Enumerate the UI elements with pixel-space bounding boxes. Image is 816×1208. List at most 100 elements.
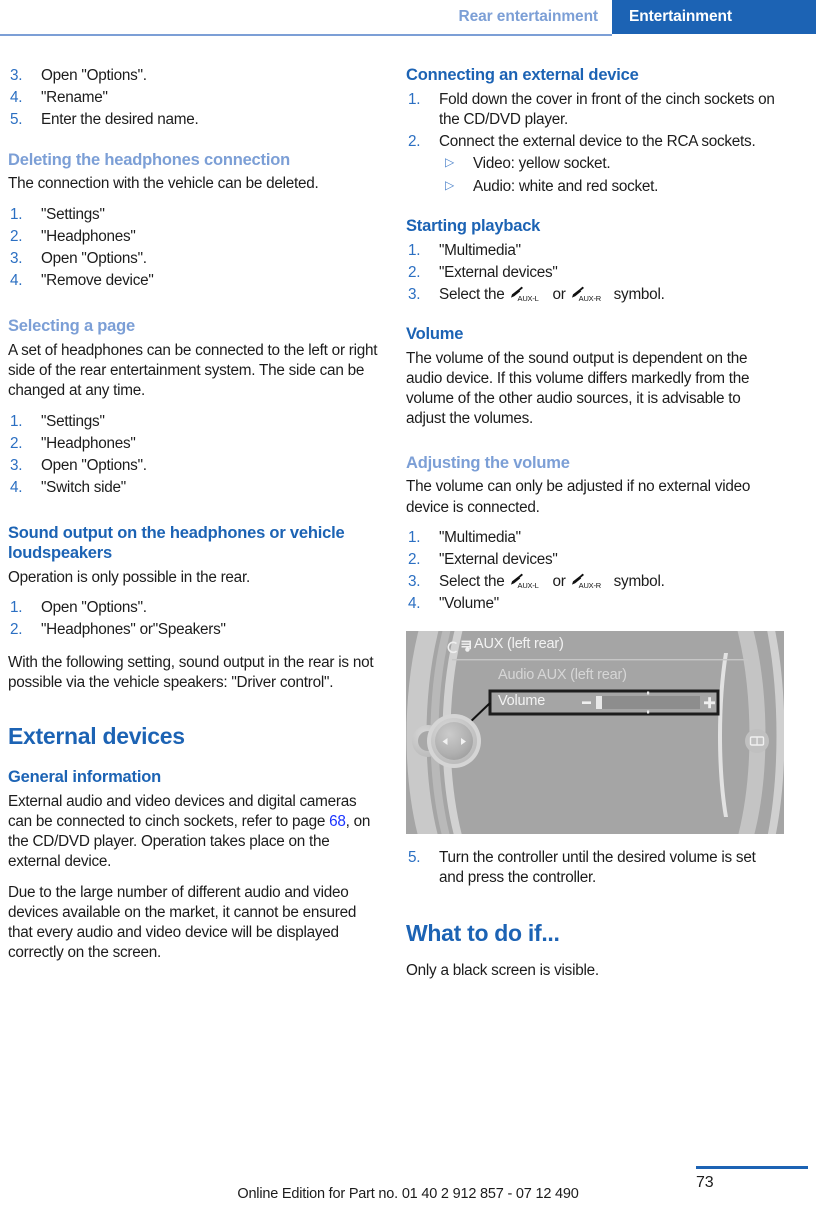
deleting-steps-list: 1. "Settings" 2. "Headphones" 3. Open "O… bbox=[8, 205, 384, 292]
step-number: 1. bbox=[408, 528, 421, 546]
step-text: "External devices" bbox=[439, 263, 558, 281]
list-item: 2. Connect the external device to the RC… bbox=[406, 132, 782, 197]
aux-right-label: AUX-R bbox=[578, 294, 602, 304]
idrive-screen-illustration: AUX (left rear) Audio AUX (left rear) Vo… bbox=[406, 630, 784, 834]
step-number: 3. bbox=[10, 457, 23, 475]
left-column: 3. Open "Options". 4. "Rename" 5. Enter … bbox=[8, 66, 384, 963]
connecting-substeps-list: ▷ Video: yellow socket. ▷ Audio: white a… bbox=[439, 154, 782, 196]
step-number: 2. bbox=[408, 133, 421, 151]
step-number: 4. bbox=[10, 479, 23, 497]
list-item: ▷ Audio: white and red socket. bbox=[439, 177, 782, 197]
step-text: Open "Options". bbox=[41, 67, 147, 84]
list-item: 1. "Multimedia" bbox=[406, 528, 782, 548]
sound-output-note-paragraph: With the following setting, sound output… bbox=[8, 653, 374, 691]
step-text: "Multimedia" bbox=[439, 528, 521, 546]
step-number: 2. bbox=[10, 434, 23, 452]
step-text-prefix: Select the bbox=[439, 285, 505, 303]
aux-left-label: AUX-L bbox=[517, 294, 539, 304]
list-item: 2. "Headphones" or"Speakers" bbox=[8, 620, 384, 640]
step-text: Fold down the cover in front of the cinc… bbox=[439, 90, 775, 128]
list-item: 2. "External devices" bbox=[406, 550, 782, 570]
heading-sound-output: Sound output on the headphones or vehicl… bbox=[8, 524, 345, 563]
step-text-middle: or bbox=[552, 285, 566, 303]
step-number: 4. bbox=[10, 89, 23, 107]
list-item: 5. Turn the controller until the desired… bbox=[406, 848, 782, 888]
list-item: 2. "External devices" bbox=[406, 263, 782, 283]
list-item: 2. "Headphones" bbox=[8, 434, 384, 454]
step-number: 5. bbox=[408, 848, 421, 866]
heading-what-to-do-if: What to do if... bbox=[406, 919, 560, 946]
step-number: 4. bbox=[10, 272, 23, 290]
heading-starting-playback: Starting playback bbox=[406, 216, 541, 235]
step-text: "Headphones" or"Speakers" bbox=[41, 621, 226, 639]
list-item: 4. "Switch side" bbox=[8, 478, 384, 498]
external-devices-paragraph-1: External audio and video devices and dig… bbox=[8, 792, 384, 873]
list-item: 1. "Settings" bbox=[8, 412, 384, 432]
adjusting-volume-steps-list: 1. "Multimedia" 2. "External devices" 3.… bbox=[406, 528, 782, 615]
connecting-steps-list: 1. Fold down the cover in front of the c… bbox=[406, 90, 782, 197]
step-text: "Remove device" bbox=[41, 272, 154, 290]
step-text: Enter the desired name. bbox=[41, 111, 199, 129]
step-text: Open "Options". bbox=[41, 599, 147, 617]
aux-right-label: AUX-R bbox=[578, 581, 602, 591]
step-number: 3. bbox=[408, 285, 421, 303]
what-to-do-paragraph: Only a black screen is visible. bbox=[406, 962, 599, 980]
right-column: Connecting an external device 1. Fold do… bbox=[406, 66, 784, 981]
page-number-rule bbox=[696, 1166, 808, 1169]
step-text-prefix: Select the bbox=[439, 573, 505, 591]
sound-output-steps-list: 1. Open "Options". 2. "Headphones" or"Sp… bbox=[8, 598, 384, 640]
step-number: 2. bbox=[10, 227, 23, 245]
step-text: "Volume" bbox=[439, 595, 499, 613]
step-text-suffix: symbol. bbox=[613, 573, 665, 591]
substep-text: Audio: white and red socket. bbox=[473, 177, 659, 195]
step-number: 2. bbox=[10, 621, 23, 639]
step-number: 1. bbox=[10, 599, 23, 617]
list-item: 4. "Rename" bbox=[8, 88, 384, 108]
heading-general-information: General information bbox=[8, 768, 161, 787]
step-text: "Headphones" bbox=[41, 434, 136, 452]
list-item: 2. "Headphones" bbox=[8, 227, 384, 247]
volume-paragraph: The volume of the sound output is depend… bbox=[406, 349, 750, 428]
list-item: 3. Open "Options". bbox=[8, 456, 384, 476]
step-text: "Settings" bbox=[41, 412, 105, 430]
footer-edition-text: Online Edition for Part no. 01 40 2 912 … bbox=[237, 1186, 579, 1202]
list-item: 5. Enter the desired name. bbox=[8, 110, 384, 130]
selecting-page-intro-paragraph: A set of headphones can be connected to … bbox=[8, 342, 378, 400]
adjusting-volume-final-step-list: 5. Turn the controller until the desired… bbox=[406, 848, 782, 888]
figure-title: AUX (left rear) bbox=[474, 635, 564, 652]
step-number: 4. bbox=[408, 595, 421, 613]
step-text: "Rename" bbox=[41, 89, 108, 107]
aux-right-symbol-icon: AUX-R bbox=[571, 573, 609, 591]
aux-left-symbol-icon: AUX-L bbox=[510, 573, 548, 590]
list-item: 4. "Volume" bbox=[406, 594, 782, 614]
aux-right-symbol-icon: AUX-R bbox=[571, 286, 609, 304]
step-number: 2. bbox=[408, 551, 421, 568]
step-number: 1. bbox=[408, 241, 421, 259]
heading-adjusting-the-volume: Adjusting the volume bbox=[406, 453, 570, 472]
list-item: 3. Open "Options". bbox=[8, 66, 384, 86]
paragraph-text-part-a: External audio and video devices and dig… bbox=[8, 792, 357, 831]
header-chapter-title: Rear entertainment bbox=[448, 0, 612, 34]
page-reference-link[interactable]: 68 bbox=[329, 813, 346, 830]
list-item: 1. "Multimedia" bbox=[406, 241, 782, 261]
page-header: Rear entertainment Entertainment bbox=[0, 0, 816, 34]
step-text: Turn the controller until the desired vo… bbox=[439, 848, 756, 886]
adjusting-volume-intro-paragraph: The volume can only be adjusted if no ex… bbox=[406, 478, 751, 516]
heading-volume: Volume bbox=[406, 325, 464, 344]
triangle-bullet-icon: ▷ bbox=[445, 177, 454, 192]
external-devices-paragraph-2: Due to the large number of different aud… bbox=[8, 883, 357, 962]
step-text: "External devices" bbox=[439, 551, 558, 568]
list-item: 3. Select the AUX-L or AUX-R symbol. bbox=[406, 572, 782, 592]
heading-selecting-a-page: Selecting a page bbox=[8, 317, 136, 336]
heading-external-devices: External devices bbox=[8, 722, 185, 749]
aux-left-symbol-icon: AUX-L bbox=[510, 286, 548, 304]
step-number: 2. bbox=[408, 263, 421, 281]
step-text: "Multimedia" bbox=[439, 241, 521, 259]
step-text: "Switch side" bbox=[41, 479, 126, 497]
continued-steps-list: 3. Open "Options". 4. "Rename" 5. Enter … bbox=[8, 66, 384, 131]
step-number: 1. bbox=[10, 412, 23, 430]
list-item: 1. "Settings" bbox=[8, 205, 384, 225]
list-item: 1. Fold down the cover in front of the c… bbox=[406, 90, 782, 130]
list-item: 3. Open "Options". bbox=[8, 249, 384, 269]
header-divider-rule bbox=[0, 34, 612, 36]
